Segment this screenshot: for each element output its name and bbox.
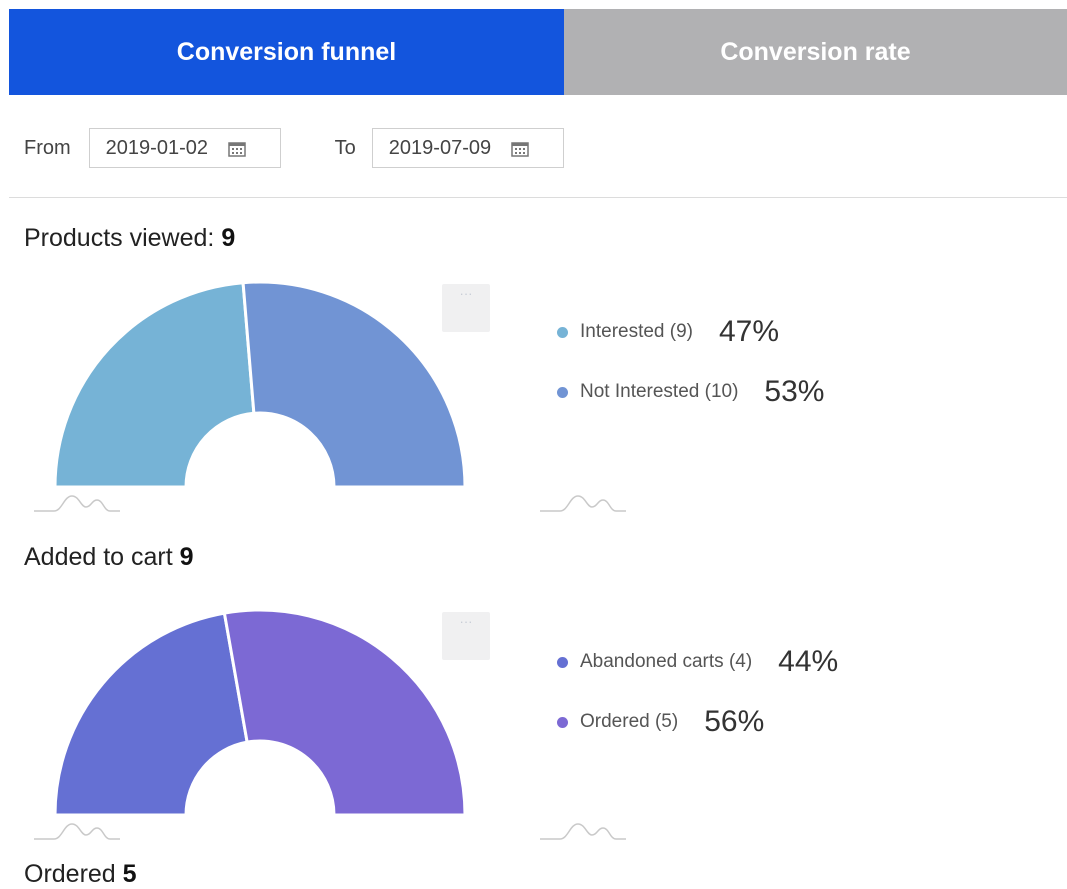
legend-percent: 44%: [778, 645, 839, 678]
from-label: From: [24, 136, 71, 159]
chart-slice[interactable]: [53, 611, 249, 817]
legend-dot: [557, 656, 568, 668]
chart-menu-button[interactable]: ···: [442, 284, 490, 332]
chart-slice[interactable]: [222, 608, 467, 817]
section-count: 5: [122, 860, 137, 888]
section-label: Ordered: [24, 860, 116, 888]
to-date-input[interactable]: 2019-07-09: [371, 128, 564, 168]
section-count: 9: [179, 543, 194, 571]
section-count: 9: [221, 224, 236, 252]
section-label: Products viewed:: [24, 224, 215, 252]
tab-bar: Conversion funnel Conversion rate: [9, 9, 1067, 95]
section-title-ordered: Ordered 5: [24, 860, 137, 889]
tab-conversion-funnel[interactable]: Conversion funnel: [9, 9, 564, 95]
wave-decoration-icon: [540, 823, 626, 840]
divider: [9, 197, 1067, 198]
calendar-icon[interactable]: [511, 140, 529, 157]
legend-item: Ordered (5) 56%: [557, 692, 838, 752]
chart-slice[interactable]: [53, 281, 256, 489]
chart-legend: Interested (9) 47% Not Interested (10) 5…: [557, 302, 824, 422]
legend-label: Interested (9): [580, 321, 693, 342]
legend-item: Not Interested (10) 53%: [557, 362, 824, 422]
section-label: Added to cart: [24, 543, 173, 571]
to-date-value: 2019-07-09: [388, 136, 492, 159]
products-viewed-chart: ··· Interested (9) 47% Not Interested (1…: [0, 270, 1067, 530]
date-filter-bar: From 2019-01-02 To 2019-07-09: [24, 127, 564, 169]
legend-dot: [557, 326, 568, 338]
wave-decoration-icon: [540, 495, 626, 512]
chart-legend: Abandoned carts (4) 44% Ordered (5) 56%: [557, 632, 838, 752]
chart-slice[interactable]: [241, 280, 467, 489]
legend-dot: [557, 386, 568, 398]
from-date-value: 2019-01-02: [105, 136, 208, 159]
calendar-icon[interactable]: [228, 140, 246, 157]
legend-percent: 53%: [764, 375, 825, 408]
legend-item: Interested (9) 47%: [557, 302, 824, 362]
legend-percent: 56%: [704, 705, 765, 738]
chart-menu-button[interactable]: ···: [442, 612, 490, 660]
legend-label: Not Interested (10): [580, 381, 739, 402]
legend-percent: 47%: [719, 315, 780, 348]
wave-decoration-icon: [34, 823, 120, 840]
legend-dot: [557, 716, 568, 728]
from-date-input[interactable]: 2019-01-02: [88, 128, 281, 168]
section-title-products-viewed: Products viewed: 9: [24, 224, 235, 253]
legend-item: Abandoned carts (4) 44%: [557, 632, 838, 692]
legend-label: Abandoned carts (4): [580, 651, 753, 672]
wave-decoration-icon: [34, 495, 120, 512]
tab-conversion-rate[interactable]: Conversion rate: [564, 9, 1067, 95]
section-title-added-to-cart: Added to cart 9: [24, 543, 194, 572]
legend-label: Ordered (5): [580, 711, 679, 732]
added-to-cart-chart: ··· Abandoned carts (4) 44% Ordered (5) …: [0, 598, 1067, 858]
to-label: To: [334, 136, 356, 159]
